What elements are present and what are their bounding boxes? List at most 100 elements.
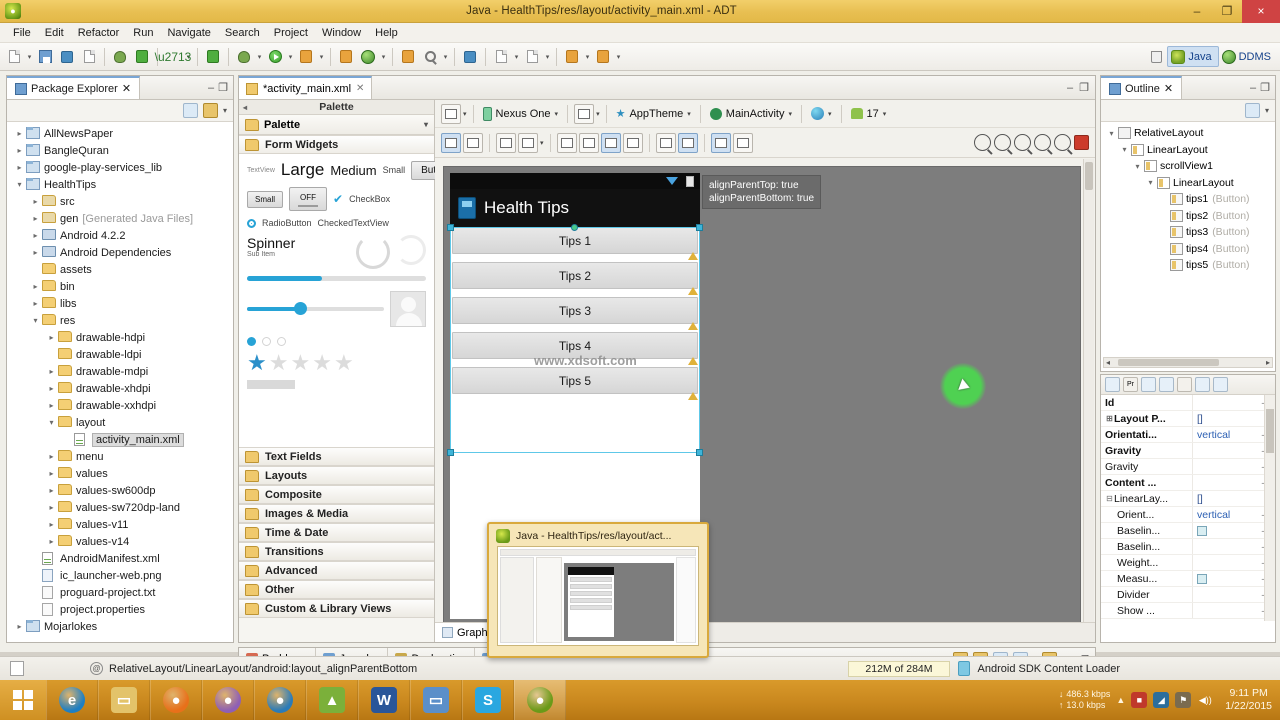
outline-node[interactable]: ▾ RelativeLayout: [1101, 125, 1275, 142]
widget-seekbar[interactable]: [247, 302, 384, 315]
next-annotation-button[interactable]: [522, 46, 542, 68]
collapsed-arrow-icon[interactable]: ▸: [29, 231, 42, 240]
forward-dropdown-icon[interactable]: ▾: [614, 46, 623, 68]
property-row[interactable]: Content ...—: [1101, 475, 1275, 491]
volume-icon[interactable]: ◀)): [1197, 692, 1213, 708]
property-value[interactable]: []: [1193, 411, 1259, 426]
debug-button[interactable]: [110, 46, 130, 68]
palette-title-row[interactable]: Palette ▾: [239, 115, 434, 135]
outline-tree[interactable]: ▾ RelativeLayout ▾ LinearLayout ▾ scrollView1…: [1101, 122, 1275, 370]
palette-group-layouts[interactable]: Layouts: [239, 466, 434, 485]
property-row[interactable]: ⊟ LinearLay...[]: [1101, 491, 1275, 507]
outline-hscrollbar[interactable]: ◂ ▸: [1103, 357, 1273, 368]
property-row[interactable]: Orient...vertical—: [1101, 507, 1275, 523]
align-center-button[interactable]: [578, 132, 599, 153]
outline-node[interactable]: tips1 (Button): [1101, 191, 1275, 208]
taskbar-item-eclipse-adt[interactable]: ●: [514, 680, 566, 720]
package-tree-item[interactable]: ▾ HealthTips: [7, 176, 233, 193]
palette-group-images-media[interactable]: Images & Media: [239, 504, 434, 523]
heap-status[interactable]: 212M of 284M: [848, 660, 950, 677]
package-tree-item[interactable]: ▸ libs: [7, 295, 233, 312]
preview-button[interactable]: Tips 2: [452, 262, 698, 289]
show-all-properties-icon[interactable]: [1105, 377, 1120, 392]
back-button[interactable]: [562, 46, 582, 68]
property-row[interactable]: Measu...—: [1101, 571, 1275, 587]
api-dropdown-icon[interactable]: ▾: [883, 110, 887, 118]
menu-window[interactable]: Window: [315, 25, 368, 41]
search-button[interactable]: [420, 46, 440, 68]
close-button[interactable]: ×: [1242, 0, 1280, 23]
package-tree-item[interactable]: ▸ values-sw600dp: [7, 482, 233, 499]
popup-thumbnail[interactable]: [497, 546, 699, 646]
preview-button[interactable]: Tips 3: [452, 297, 698, 324]
expand-all-icon[interactable]: [1195, 377, 1210, 392]
next-annotation-dropdown-icon[interactable]: ▾: [543, 46, 552, 68]
zoom-fit-icon[interactable]: [974, 134, 991, 151]
run-dropdown-icon[interactable]: ▾: [286, 46, 295, 68]
start-button[interactable]: [0, 680, 46, 720]
minimize-view-icon[interactable]: –: [208, 82, 214, 94]
android-sdk-manager-button[interactable]: [132, 46, 152, 68]
widget-imageview-icon[interactable]: [390, 291, 426, 327]
property-row[interactable]: Baselin...—: [1101, 523, 1275, 539]
toggle-height-fill-button[interactable]: [463, 132, 483, 153]
radiogroup-dot-icon[interactable]: [277, 337, 286, 346]
package-tree-item[interactable]: ▾ layout: [7, 414, 233, 431]
antivirus-icon[interactable]: ■: [1131, 692, 1148, 708]
outline-node[interactable]: ▾ LinearLayout: [1101, 175, 1275, 192]
external-tools-button[interactable]: [336, 46, 356, 68]
menu-file[interactable]: File: [6, 25, 38, 41]
zoom-normal-icon[interactable]: [1034, 134, 1051, 151]
menu-help[interactable]: Help: [368, 25, 405, 41]
property-value[interactable]: [1193, 555, 1259, 570]
taskbar-thumbnail-popup[interactable]: Java - HealthTips/res/layout/act...: [487, 522, 709, 658]
maximize-view-icon[interactable]: ❐: [218, 81, 228, 94]
widget-small-text[interactable]: Small: [383, 165, 406, 175]
property-value[interactable]: [1193, 603, 1259, 618]
property-expander-icon[interactable]: ⊞: [1105, 414, 1114, 423]
baseline-align-button[interactable]: [710, 132, 731, 153]
progressbar-large-icon[interactable]: [356, 235, 390, 269]
gravity-button[interactable]: [518, 132, 538, 153]
group-properties-icon[interactable]: [1159, 377, 1174, 392]
property-value[interactable]: [1193, 571, 1259, 586]
widget-spinner[interactable]: Spinner: [247, 235, 350, 251]
prev-annotation-button[interactable]: [491, 46, 511, 68]
maximize-view-icon[interactable]: ❐: [1260, 81, 1270, 94]
expanded-arrow-icon[interactable]: ▾: [1118, 145, 1131, 154]
palette-group-transitions[interactable]: Transitions: [239, 542, 434, 561]
collapsed-arrow-icon[interactable]: ▸: [45, 486, 58, 495]
orientation-button[interactable]: [574, 103, 595, 124]
collapse-all-icon[interactable]: [1213, 377, 1228, 392]
avd-dropdown-icon[interactable]: ▾: [379, 46, 388, 68]
package-tree-item[interactable]: ▸ drawable-mdpi: [7, 363, 233, 380]
progressbar-small-icon[interactable]: [396, 235, 426, 265]
collapsed-arrow-icon[interactable]: ▸: [45, 333, 58, 342]
collapsed-arrow-icon[interactable]: ▸: [29, 282, 42, 291]
expanded-arrow-icon[interactable]: ▾: [29, 316, 42, 325]
widget-large-text[interactable]: Large: [281, 160, 324, 180]
save-button[interactable]: [35, 46, 55, 68]
package-tree-item[interactable]: activity_main.xml: [7, 431, 233, 448]
palette-menu-icon[interactable]: ▾: [424, 120, 428, 129]
collapsed-arrow-icon[interactable]: ▸: [13, 129, 26, 138]
expanded-arrow-icon[interactable]: ▾: [13, 180, 26, 189]
preview-button[interactable]: Tips 1: [452, 227, 698, 254]
properties-scrollbar[interactable]: [1264, 395, 1275, 621]
menu-project[interactable]: Project: [267, 25, 315, 41]
perspective-ddms[interactable]: DDMS: [1219, 46, 1277, 67]
property-checkbox[interactable]: [1197, 525, 1207, 536]
toggle-width-fill-button[interactable]: [441, 132, 461, 153]
minimize-view-icon[interactable]: –: [1250, 82, 1256, 94]
outline-hscrollbar-thumb[interactable]: [1118, 359, 1219, 366]
gravity-dropdown-icon[interactable]: ▾: [540, 139, 544, 147]
print-button[interactable]: [79, 46, 99, 68]
property-value[interactable]: [1193, 587, 1259, 602]
canvas-scrollbar[interactable]: [1083, 159, 1094, 641]
collapse-all-icon[interactable]: [182, 103, 198, 118]
taskbar-item-internet-explorer[interactable]: e: [46, 680, 98, 720]
widget-radiobutton[interactable]: RadioButton: [262, 218, 312, 228]
forward-button[interactable]: [593, 46, 613, 68]
collapsed-arrow-icon[interactable]: ▸: [13, 146, 26, 155]
locale-selector[interactable]: ▾: [808, 105, 835, 122]
